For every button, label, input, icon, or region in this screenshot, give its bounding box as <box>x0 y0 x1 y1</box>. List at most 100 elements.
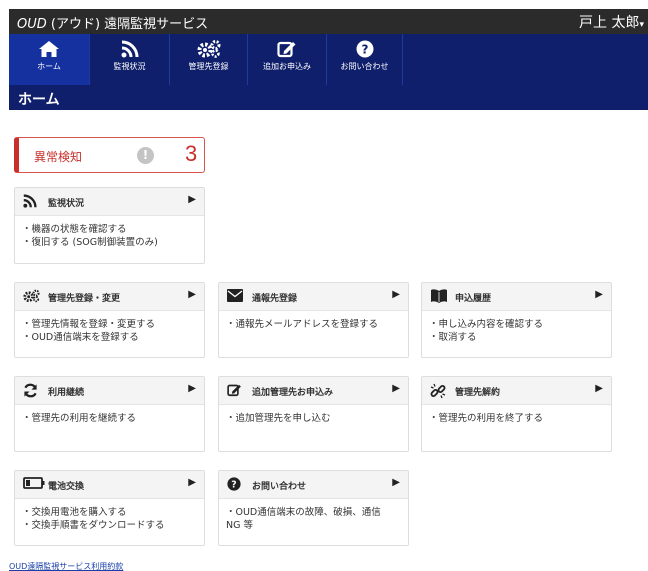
card-line: ・通報先メールアドレスを登録する <box>226 319 379 330</box>
arrow-right-icon: ▶ <box>392 477 400 488</box>
card-line: ・申し込み内容を確認する <box>429 319 544 330</box>
edit-icon <box>277 41 296 58</box>
book-icon <box>431 289 447 303</box>
app-title-latin: OUD <box>17 17 47 32</box>
card-title: 管理先解約 <box>455 388 501 398</box>
page-title-bar: ホーム <box>9 85 648 110</box>
card-line: ・OUD通信端末の故障、破損、通信 <box>226 507 381 518</box>
arrow-right-icon: ▶ <box>188 194 196 205</box>
nav-label-registration: 管理先登録 <box>188 62 229 71</box>
card-body: ・管理先情報を登録・変更する ・OUD通信端末を登録する <box>15 311 204 351</box>
card-header[interactable]: 監視状況 ▶ <box>15 188 204 216</box>
card-title: 電池交換 <box>48 482 85 492</box>
card-line: ・管理先情報を登録・変更する <box>22 319 156 330</box>
arrow-right-icon: ▶ <box>392 383 400 394</box>
card-additional[interactable]: 追加管理先お申込み ▶ ・追加管理先を申し込む <box>218 376 409 452</box>
card-monitoring[interactable]: 監視状況 ▶ ・機器の状態を確認する ・復旧する (SOG制御装置のみ) <box>14 187 205 264</box>
card-header[interactable]: ? お問い合わせ ▶ <box>219 471 408 499</box>
card-line: ・OUD通信端末を登録する <box>22 332 139 343</box>
card-battery[interactable]: 電池交換 ▶ ・交換用電池を購入する ・交換手順書をダウンロードする <box>14 470 205 546</box>
anomaly-alert[interactable]: 異常検知 ! 3 <box>14 137 205 173</box>
card-body: ・OUD通信端末の故障、破損、通信 NG 等 <box>219 499 408 539</box>
card-header[interactable]: 利用継続 ▶ <box>15 377 204 405</box>
card-header[interactable]: 管理先登録・変更 ▶ <box>15 283 204 311</box>
terms-link[interactable]: OUD遠隔監視サービス利用約款 <box>9 561 123 571</box>
card-body: ・交換用電池を購入する ・交換手順書をダウンロードする <box>15 499 204 539</box>
anomaly-count: 3 <box>185 141 198 166</box>
nav-label-home: ホーム <box>37 62 61 71</box>
card-line: ・機器の状態を確認する <box>22 224 127 235</box>
battery-icon <box>23 477 45 489</box>
nav-item-monitoring[interactable]: 監視状況 <box>90 34 170 85</box>
arrow-right-icon: ▶ <box>188 289 196 300</box>
card-header[interactable]: 申込履歴 ▶ <box>422 283 611 311</box>
card-line: ・管理先の利用を終了する <box>429 413 544 424</box>
envelope-icon <box>227 289 243 302</box>
app-title-rest: (アウド) 遠隔監視サービス <box>50 17 209 32</box>
card-line: ・追加管理先を申し込む <box>226 413 331 424</box>
card-body: ・機器の状態を確認する ・復旧する (SOG制御装置のみ) <box>15 216 204 256</box>
card-history[interactable]: 申込履歴 ▶ ・申し込み内容を確認する ・取消する <box>421 282 612 358</box>
card-title: お問い合わせ <box>252 482 307 492</box>
card-body: ・管理先の利用を終了する <box>422 405 611 432</box>
arrow-right-icon: ▶ <box>188 477 196 488</box>
svg-text:?: ? <box>361 43 368 57</box>
anomaly-alert-title: 異常検知 <box>34 150 83 164</box>
edit-icon <box>227 384 241 397</box>
card-line: ・交換用電池を購入する <box>22 507 127 518</box>
app-title: OUD (アウド) 遠隔監視サービス <box>17 13 208 32</box>
card-line: ・管理先の利用を継続する <box>22 413 137 424</box>
nav-item-additional[interactable]: 追加お申込み <box>248 34 327 85</box>
arrow-right-icon: ▶ <box>595 383 603 394</box>
card-line: ・取消する <box>429 332 477 343</box>
card-continue[interactable]: 利用継続 ▶ ・管理先の利用を継続する <box>14 376 205 452</box>
refresh-icon <box>24 383 37 398</box>
nav-item-home[interactable]: ホーム <box>9 34 90 85</box>
card-registration[interactable]: 管理先登録・変更 ▶ ・管理先情報を登録・変更する ・OUD通信端末を登録する <box>14 282 205 358</box>
card-title: 通報先登録 <box>252 294 298 304</box>
card-body: ・申し込み内容を確認する ・取消する <box>422 311 611 351</box>
user-menu[interactable]: 戸上 太郎▾ <box>579 12 644 32</box>
user-caret-icon: ▾ <box>639 20 644 30</box>
card-body: ・管理先の利用を継続する <box>15 405 204 432</box>
card-title: 管理先登録・変更 <box>48 294 121 304</box>
card-title: 監視状況 <box>48 199 85 209</box>
nav-label-additional: 追加お申込み <box>263 62 311 71</box>
main-nav: ホーム 監視状況 管理先登録 追加お申込み ? お問い合わせ <box>9 34 648 85</box>
card-body: ・通報先メールアドレスを登録する <box>219 311 408 338</box>
user-name: 戸上 太郎 <box>579 15 640 31</box>
exclamation-icon: ! <box>137 147 154 164</box>
card-line: NG 等 <box>226 520 253 531</box>
arrow-right-icon: ▶ <box>392 289 400 300</box>
rss-icon <box>23 194 37 208</box>
nav-label-monitoring: 監視状況 <box>113 62 146 71</box>
card-title: 申込履歴 <box>455 294 492 304</box>
card-title: 利用継続 <box>48 388 85 398</box>
home-icon <box>39 41 59 57</box>
card-body: ・追加管理先を申し込む <box>219 405 408 432</box>
card-header[interactable]: 通報先登録 ▶ <box>219 283 408 311</box>
card-line: ・復旧する (SOG制御装置のみ) <box>22 237 158 248</box>
arrow-right-icon: ▶ <box>188 383 196 394</box>
card-contact[interactable]: ? お問い合わせ ▶ ・OUD通信端末の故障、破損、通信 NG 等 <box>218 470 409 546</box>
question-icon: ? <box>356 40 373 58</box>
nav-label-contact: お問い合わせ <box>340 62 389 71</box>
arrow-right-icon: ▶ <box>595 289 603 300</box>
page-title: ホーム <box>18 92 60 108</box>
card-notification[interactable]: 通報先登録 ▶ ・通報先メールアドレスを登録する <box>218 282 409 358</box>
cogs-icon <box>197 40 220 58</box>
card-header[interactable]: 管理先解約 ▶ <box>422 377 611 405</box>
card-header[interactable]: 追加管理先お申込み ▶ <box>219 377 408 405</box>
question-icon: ? <box>227 477 241 491</box>
svg-text:?: ? <box>231 480 236 491</box>
card-title: 追加管理先お申込み <box>252 388 334 398</box>
cogs-icon <box>23 289 40 303</box>
card-line: ・交換手順書をダウンロードする <box>22 520 165 531</box>
nav-item-registration[interactable]: 管理先登録 <box>170 34 248 85</box>
nav-item-contact[interactable]: ? お問い合わせ <box>327 34 403 85</box>
broken-link-icon <box>430 383 446 399</box>
card-cancel[interactable]: 管理先解約 ▶ ・管理先の利用を終了する <box>421 376 612 452</box>
title-bar: OUD (アウド) 遠隔監視サービス 戸上 太郎▾ <box>9 9 648 34</box>
rss-icon <box>121 40 138 58</box>
card-header[interactable]: 電池交換 ▶ <box>15 471 204 499</box>
